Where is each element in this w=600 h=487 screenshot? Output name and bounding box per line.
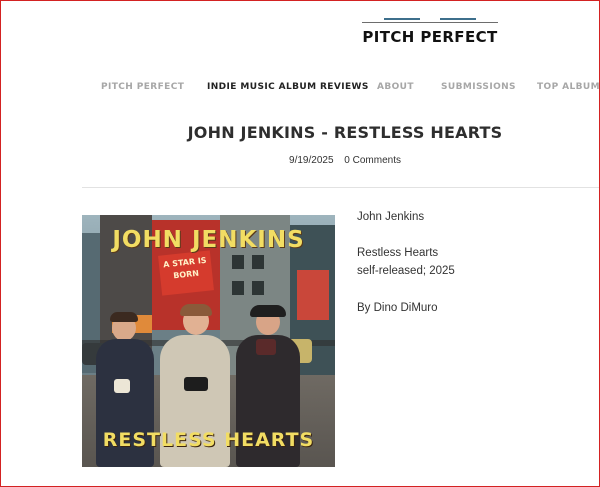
nav-item-submissions[interactable]: SUBMISSIONS: [441, 82, 516, 92]
nav-item-about[interactable]: ABOUT: [377, 82, 414, 92]
album-cover-artist-text: JOHN JENKINS: [112, 227, 305, 253]
post-date: 9/19/2025: [289, 155, 334, 166]
logo-mark: [362, 16, 498, 26]
detail-album: Restless Hearts: [357, 247, 439, 259]
post-title[interactable]: JOHN JENKINS - RESTLESS HEARTS: [0, 123, 600, 142]
detail-byline: By Dino DiMuro: [357, 302, 438, 314]
detail-artist: John Jenkins: [357, 211, 425, 223]
detail-release: self-released; 2025: [357, 265, 455, 277]
album-cover-image[interactable]: A STAR IS BORN JOHN JENKINS RESTLESS HEA…: [82, 215, 335, 467]
header-divider: [82, 187, 600, 188]
nav-item-indie-music-album-reviews[interactable]: INDIE MUSIC ALBUM REVIEWS: [207, 82, 369, 92]
logo-text: PITCH PERFECT: [362, 28, 498, 46]
album-theater-sign: A STAR IS BORN: [158, 250, 214, 296]
album-cover-title-text: RESTLESS HEARTS: [102, 429, 315, 451]
album-sign-text: A STAR IS BORN: [162, 255, 207, 281]
main-nav: PITCH PERFECT INDIE MUSIC ALBUM REVIEWS …: [0, 82, 600, 96]
post-comments-link[interactable]: 0 Comments: [344, 155, 401, 166]
nav-item-top-albums[interactable]: TOP ALBUMS: [537, 82, 600, 92]
site-logo[interactable]: PITCH PERFECT: [360, 6, 500, 50]
nav-item-pitch-perfect[interactable]: PITCH PERFECT: [101, 82, 184, 92]
post-meta: 9/19/2025 0 Comments: [0, 155, 600, 166]
